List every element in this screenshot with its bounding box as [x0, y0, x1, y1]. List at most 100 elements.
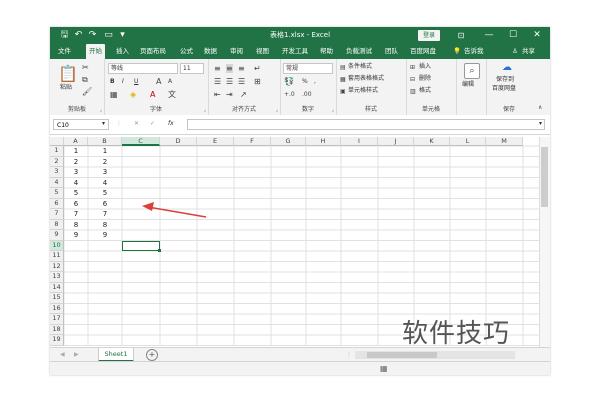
underline-button[interactable]: U	[134, 78, 138, 86]
paste-button[interactable]: 粘贴	[60, 84, 72, 92]
login-button[interactable]: 登录	[418, 30, 440, 41]
cancel-icon[interactable]: ✕	[134, 120, 139, 128]
increase-font-icon[interactable]: A	[156, 77, 161, 86]
vertical-scrollbar[interactable]	[539, 137, 550, 347]
tab-insert[interactable]: 插入	[116, 44, 129, 59]
share-button[interactable]: 共享	[522, 44, 535, 59]
align-launcher-icon[interactable]: ⌟	[276, 107, 278, 113]
ribbon-tabs: 文件 开始 插入 页面布局 公式 数据 审阅 视图 开发工具 帮助 负载测试 团…	[50, 44, 550, 59]
ribbon-display-icon[interactable]: ⊡	[450, 27, 472, 44]
font-group: 等线 11 B I U A A ▦ ◈ A 文 字体 ⌟	[104, 59, 209, 115]
comma-button[interactable]: ,	[314, 78, 316, 86]
save-group-label: 保存	[502, 106, 515, 113]
clipboard-group-label: 剪贴板	[67, 106, 86, 113]
font-launcher-icon[interactable]: ⌟	[204, 107, 206, 113]
number-launcher-icon[interactable]: ⌟	[332, 107, 334, 113]
formula-bar-grip-icon: ⋮	[116, 120, 122, 127]
tab-page-layout[interactable]: 页面布局	[140, 44, 166, 59]
percent-button[interactable]: %	[302, 78, 308, 86]
tab-formulas[interactable]: 公式	[180, 44, 193, 59]
search-icon[interactable]: ⌕	[464, 63, 480, 79]
baidu-cloud-icon[interactable]: ☁	[502, 63, 512, 73]
delete-cells-button[interactable]: 删除	[419, 75, 431, 83]
delete-cells-icon[interactable]: ⊟	[410, 75, 415, 84]
name-box-dropdown-icon[interactable]: ▾	[102, 120, 105, 128]
tab-home[interactable]: 开始	[86, 44, 105, 59]
insert-cells-icon[interactable]: ⊞	[410, 63, 415, 72]
fill-color-icon[interactable]: ◈	[130, 90, 136, 99]
font-size-select[interactable]: 11	[180, 63, 204, 74]
bold-button[interactable]: B	[110, 78, 115, 86]
align-center-icon[interactable]: ☰	[226, 77, 233, 86]
expand-formula-icon[interactable]: ▾	[539, 120, 542, 128]
minimize-button[interactable]: —	[478, 27, 500, 44]
font-name-select[interactable]: 等线	[108, 63, 178, 74]
align-group: ≡ ≡ ≡ ↵ ☰ ☰ ☰ ⊞ ⇤ ⇥ ↗ 对齐方式 ⌟	[208, 59, 281, 115]
accounting-icon[interactable]: 💱	[284, 77, 294, 86]
tab-file[interactable]: 文件	[58, 44, 71, 59]
tab-data[interactable]: 数据	[204, 44, 217, 59]
share-icon[interactable]: ♙	[512, 44, 518, 59]
phonetic-icon[interactable]: 文	[168, 90, 176, 99]
close-button[interactable]: ✕	[526, 27, 548, 44]
tab-baidu-netdisk[interactable]: 百度网盘	[410, 44, 436, 59]
top-align-icon[interactable]: ≡	[214, 64, 221, 73]
font-color-icon[interactable]: A	[150, 90, 155, 99]
maximize-button[interactable]: ☐	[502, 27, 524, 44]
cell-style-button[interactable]: 单元格样式	[348, 87, 378, 95]
enter-icon[interactable]: ✓	[150, 120, 155, 128]
collapse-ribbon-icon[interactable]: ∧	[538, 103, 542, 112]
decrease-font-icon[interactable]: A	[168, 77, 172, 86]
increase-indent-icon[interactable]: ⇥	[226, 90, 233, 99]
wrap-text-icon[interactable]: ↵	[254, 64, 261, 73]
bottom-align-icon[interactable]: ≡	[238, 64, 245, 73]
sheet-tab-sheet1[interactable]: Sheet1	[98, 348, 134, 362]
font-group-label: 字体	[149, 106, 162, 113]
tab-team[interactable]: 团队	[385, 44, 398, 59]
orientation-icon[interactable]: ↗	[240, 90, 247, 99]
decrease-decimal-icon[interactable]: .00	[302, 90, 312, 99]
tab-developer[interactable]: 开发工具	[282, 44, 308, 59]
baidu-netdisk-label[interactable]: 百度网盘	[492, 85, 516, 93]
align-right-icon[interactable]: ☰	[238, 77, 245, 86]
add-sheet-button[interactable]: +	[146, 349, 158, 361]
format-cells-icon[interactable]: ▥	[410, 87, 416, 96]
cond-format-icon[interactable]: ▤	[340, 63, 346, 72]
name-box[interactable]: C10	[53, 119, 109, 130]
increase-decimal-icon[interactable]: +.0	[284, 90, 295, 99]
table-format-icon[interactable]: ▦	[340, 75, 346, 84]
prev-sheet-icon[interactable]: ◀	[60, 351, 65, 359]
horizontal-scrollbar[interactable]	[355, 351, 515, 359]
tell-me-search[interactable]: 告诉我	[464, 44, 484, 59]
tab-view[interactable]: 视图	[256, 44, 269, 59]
format-cells-button[interactable]: 格式	[419, 87, 431, 95]
decrease-indent-icon[interactable]: ⇤	[214, 90, 221, 99]
format-painter-icon[interactable]: 🖌	[82, 87, 92, 96]
copy-icon[interactable]: ⧉	[82, 75, 88, 84]
italic-button[interactable]: I	[122, 78, 124, 86]
edit-button[interactable]: 编辑	[462, 81, 474, 89]
align-left-icon[interactable]: ☰	[214, 77, 221, 86]
conditional-format-button[interactable]: 条件格式	[348, 63, 372, 71]
next-sheet-icon[interactable]: ▶	[74, 351, 79, 359]
insert-cells-button[interactable]: 插入	[419, 63, 431, 71]
insert-function-icon[interactable]: fx	[168, 120, 174, 128]
paste-icon[interactable]: 📋	[58, 65, 78, 83]
merge-center-icon[interactable]: ⊞	[254, 77, 261, 86]
middle-align-icon[interactable]: ≡	[226, 64, 233, 73]
border-icon[interactable]: ▦	[110, 90, 118, 99]
normal-view-icon[interactable]: ▦	[380, 364, 388, 373]
number-format-select[interactable]: 常规	[283, 63, 333, 74]
tab-review[interactable]: 审阅	[230, 44, 243, 59]
cut-icon[interactable]: ✂	[82, 63, 89, 72]
table-format-button[interactable]: 套用表格格式	[348, 75, 384, 83]
vertical-scroll-thumb[interactable]	[541, 147, 548, 207]
tab-help[interactable]: 帮助	[320, 44, 333, 59]
tab-load-test[interactable]: 负载测试	[346, 44, 372, 59]
formula-input[interactable]	[187, 119, 545, 130]
lightbulb-icon[interactable]: 💡	[453, 44, 461, 59]
save-to-label[interactable]: 保存到	[496, 76, 514, 84]
clipboard-launcher-icon[interactable]: ⌟	[100, 107, 102, 113]
horizontal-scroll-thumb[interactable]	[367, 352, 437, 358]
cell-style-icon[interactable]: ▣	[340, 87, 346, 96]
